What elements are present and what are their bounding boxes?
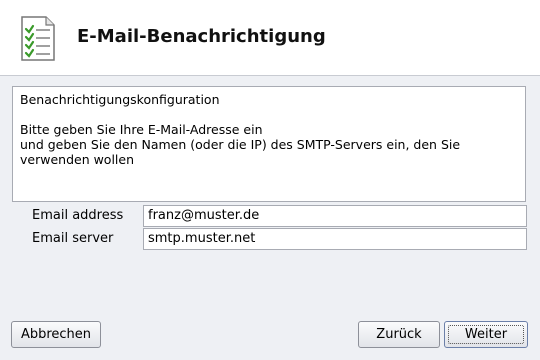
wizard-header: E-Mail-Benachrichtigung: [0, 0, 540, 76]
focus-ring: [448, 325, 524, 344]
description-heading: Benachrichtigungskonfiguration: [20, 92, 220, 107]
email-address-label: Email address: [32, 208, 124, 223]
back-button-label: Zurück: [376, 327, 422, 342]
email-server-field[interactable]: smtp.muster.net: [143, 228, 527, 250]
cancel-button-label: Abbrechen: [20, 327, 92, 342]
email-server-label: Email server: [32, 231, 114, 246]
checklist-icon: [20, 14, 56, 62]
page-title: E-Mail-Benachrichtigung: [77, 26, 326, 47]
description-line-1: Bitte geben Sie Ihre E-Mail-Adresse ein: [20, 122, 263, 137]
back-button[interactable]: Zurück: [358, 321, 440, 348]
description-line-2: und geben Sie den Namen (oder die IP) de…: [20, 137, 465, 167]
email-address-field[interactable]: franz@muster.de: [143, 205, 527, 227]
cancel-button[interactable]: Abbrechen: [11, 321, 101, 348]
description-spacer: [20, 107, 518, 122]
description-textbox[interactable]: Benachrichtigungskonfiguration Bitte geb…: [12, 86, 526, 202]
next-button[interactable]: Weiter: [444, 321, 528, 348]
